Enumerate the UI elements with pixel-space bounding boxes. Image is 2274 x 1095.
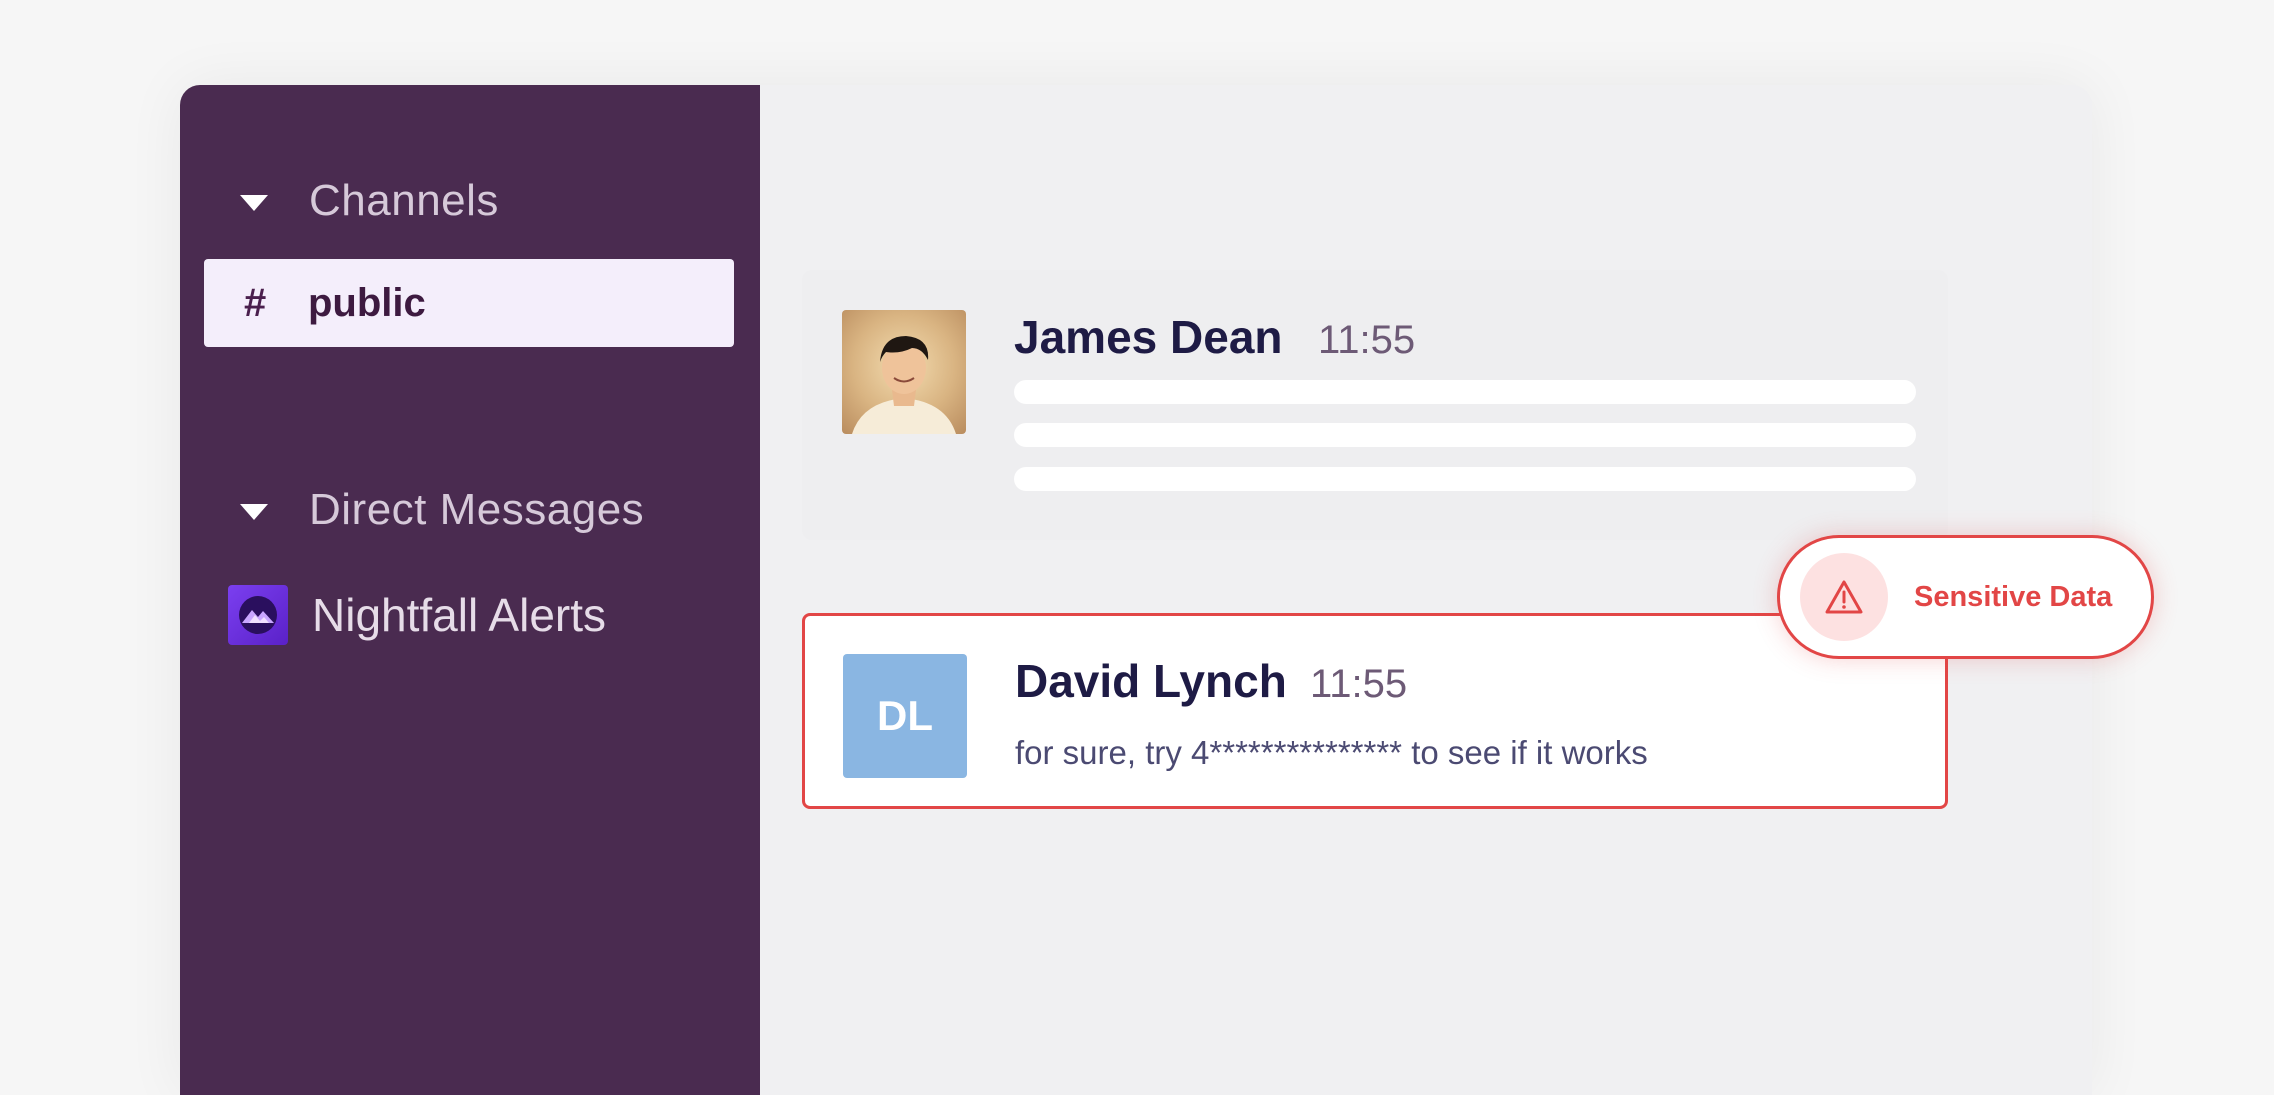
message-timestamp[interactable]: 11:55 bbox=[1318, 318, 1415, 363]
dm-section-toggle[interactable]: Direct Messages bbox=[240, 480, 644, 540]
message: James Dean 11:55 bbox=[802, 270, 1948, 540]
sensitive-data-badge[interactable]: Sensitive Data bbox=[1777, 535, 2154, 659]
badge-label: Sensitive Data bbox=[1914, 580, 2113, 613]
dm-label: Nightfall Alerts bbox=[312, 589, 607, 641]
sidebar: Channels # public Direct Messages Nightf… bbox=[180, 85, 760, 1095]
flagged-message: DL David Lynch 11:55 for sure, try 4****… bbox=[802, 613, 1948, 809]
dm-header: Direct Messages bbox=[309, 485, 645, 534]
channels-section-toggle[interactable]: Channels bbox=[240, 171, 499, 231]
channel-label: public bbox=[308, 280, 426, 325]
warning-icon bbox=[1800, 553, 1888, 641]
message-author[interactable]: David Lynch bbox=[1015, 654, 1287, 708]
caret-down-icon bbox=[240, 195, 268, 211]
avatar[interactable] bbox=[842, 310, 966, 434]
channels-header: Channels bbox=[309, 176, 499, 225]
nightfall-app-icon bbox=[228, 585, 288, 645]
avatar[interactable]: DL bbox=[843, 654, 967, 778]
message-line-placeholder bbox=[1014, 380, 1916, 404]
sidebar-item-nightfall-alerts[interactable]: Nightfall Alerts bbox=[228, 585, 606, 645]
sidebar-item-public[interactable]: # public bbox=[204, 259, 734, 347]
message-timestamp[interactable]: 11:55 bbox=[1310, 662, 1407, 707]
message-text: for sure, try 4*************** to see if… bbox=[1015, 734, 1648, 771]
message-author[interactable]: James Dean bbox=[1014, 310, 1283, 364]
caret-down-icon bbox=[240, 504, 268, 520]
message-line-placeholder bbox=[1014, 467, 1916, 491]
message-line-placeholder bbox=[1014, 423, 1916, 447]
hash-icon: # bbox=[244, 280, 267, 325]
